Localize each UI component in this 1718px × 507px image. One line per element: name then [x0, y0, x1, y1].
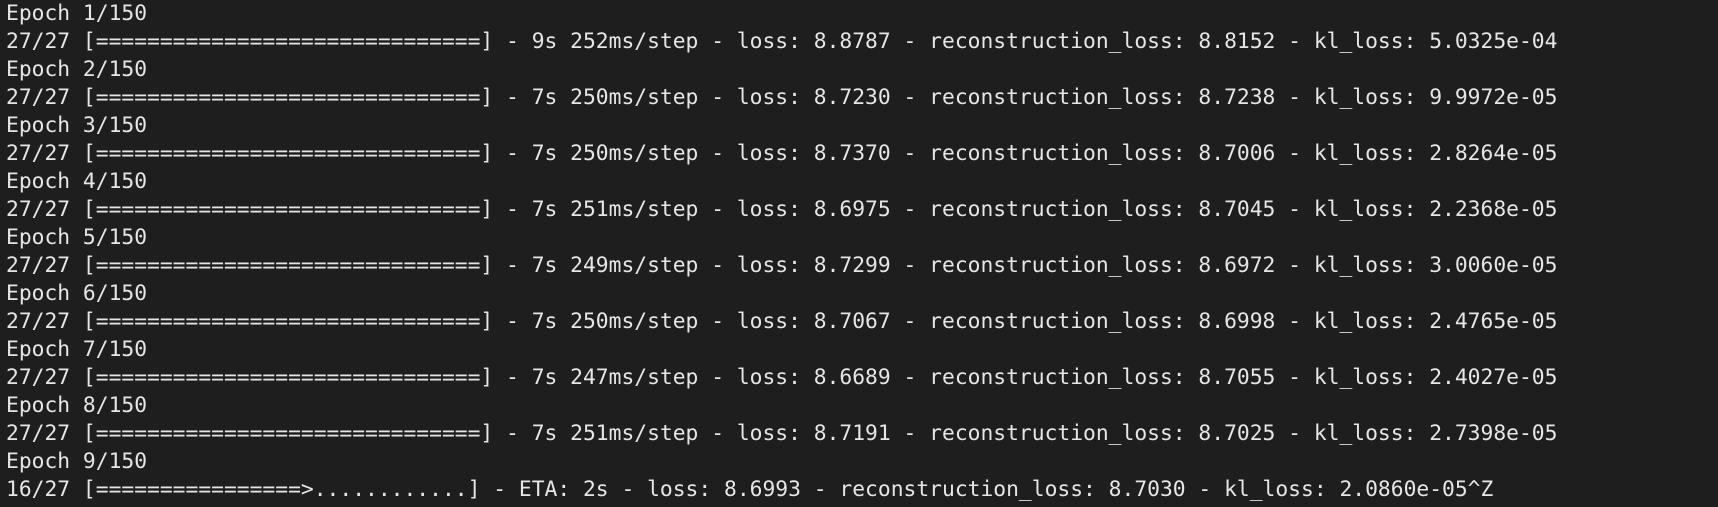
epoch-progress-4: 27/27 [==============================] -… [6, 197, 1558, 222]
terminal-window[interactable]: Epoch 1/150 27/27 [======================… [0, 0, 1718, 507]
epoch-progress-2: 27/27 [==============================] -… [6, 85, 1558, 110]
epoch-header-6: Epoch 6/150 [6, 281, 148, 306]
epoch-header-1: Epoch 1/150 [6, 1, 148, 26]
epoch-progress-3: 27/27 [==============================] -… [6, 141, 1558, 166]
epoch-header-5: Epoch 5/150 [6, 225, 148, 250]
epoch-progress-5: 27/27 [==============================] -… [6, 253, 1558, 278]
epoch-header-3: Epoch 3/150 [6, 113, 148, 138]
epoch-progress-8: 27/27 [==============================] -… [6, 421, 1558, 446]
epoch-progress-9: 16/27 [================>............] - … [6, 477, 1494, 502]
epoch-progress-6: 27/27 [==============================] -… [6, 309, 1558, 334]
terminal-output: Epoch 1/150 27/27 [======================… [6, 0, 1718, 504]
epoch-header-7: Epoch 7/150 [6, 337, 148, 362]
epoch-header-2: Epoch 2/150 [6, 57, 148, 82]
epoch-progress-1: 27/27 [==============================] -… [6, 29, 1558, 54]
epoch-header-9: Epoch 9/150 [6, 449, 148, 474]
epoch-header-8: Epoch 8/150 [6, 393, 148, 418]
epoch-header-4: Epoch 4/150 [6, 169, 148, 194]
epoch-progress-7: 27/27 [==============================] -… [6, 365, 1558, 390]
